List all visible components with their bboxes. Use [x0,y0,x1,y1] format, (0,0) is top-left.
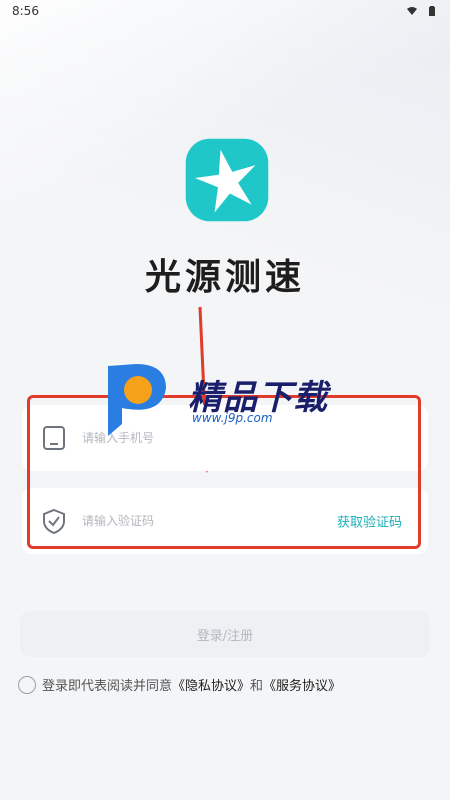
status-bar: 8:56 [0,0,450,22]
code-field-card: 获取验证码 [22,488,428,554]
phone-icon [43,426,65,450]
battery-icon [429,6,435,16]
shield-check-icon [43,508,65,535]
agree-radio[interactable] [18,675,36,694]
phone-field-card [22,405,428,471]
agreement-and: 和 [250,679,264,694]
service-link[interactable]: 《服务协议》 [263,675,341,694]
privacy-link[interactable]: 《隐私协议》 [172,675,250,694]
agreement-prefix: 登录即代表阅读并同意 [42,679,173,694]
phone-input[interactable] [80,405,308,471]
get-code-button[interactable]: 获取验证码 [337,512,402,531]
status-time: 8:56 [12,4,39,18]
login-register-button[interactable]: 登录/注册 [20,611,430,657]
star-logo-icon [185,138,269,222]
wifi-icon [407,7,417,15]
app-name: 光源测速 [144,257,305,298]
status-icons [406,5,438,17]
code-input[interactable] [80,488,308,554]
agreement-row: 登录即代表阅读并同意 《隐私协议》 和 《服务协议》 [18,675,341,694]
